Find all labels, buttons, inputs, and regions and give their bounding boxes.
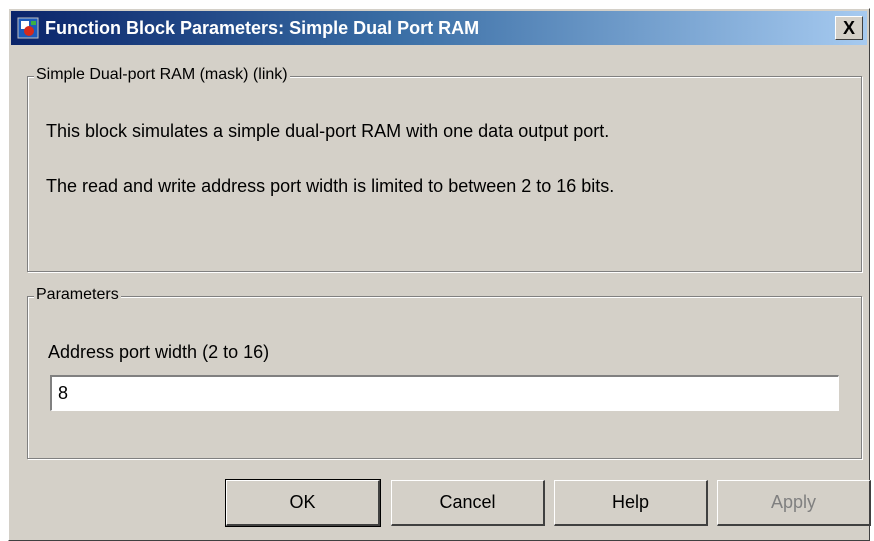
help-button[interactable]: Help [554,480,708,526]
apply-button[interactable]: Apply [717,480,871,526]
ok-button[interactable]: OK [225,479,381,527]
description-group: Simple Dual-port RAM (mask) (link) This … [27,66,862,272]
parameters-group: Parameters Address port width (2 to 16) [27,286,862,459]
address-port-width-label: Address port width (2 to 16) [48,342,270,362]
close-icon: X [842,17,855,38]
description-line-1: This block simulates a simple dual-port … [46,121,610,141]
description-group-legend: Simple Dual-port RAM (mask) (link) [34,66,290,84]
description-line-2: The read and write address port width is… [46,176,615,196]
parameters-group-legend: Parameters [34,286,121,304]
title-bar[interactable]: Function Block Parameters: Simple Dual P… [11,11,867,45]
address-port-width-input[interactable] [50,375,839,411]
close-button[interactable]: X [835,16,863,40]
cancel-button[interactable]: Cancel [391,480,545,526]
dialog-title: Function Block Parameters: Simple Dual P… [45,17,480,38]
simulink-block-icon [17,17,39,39]
dialog-window: Function Block Parameters: Simple Dual P… [8,8,871,541]
